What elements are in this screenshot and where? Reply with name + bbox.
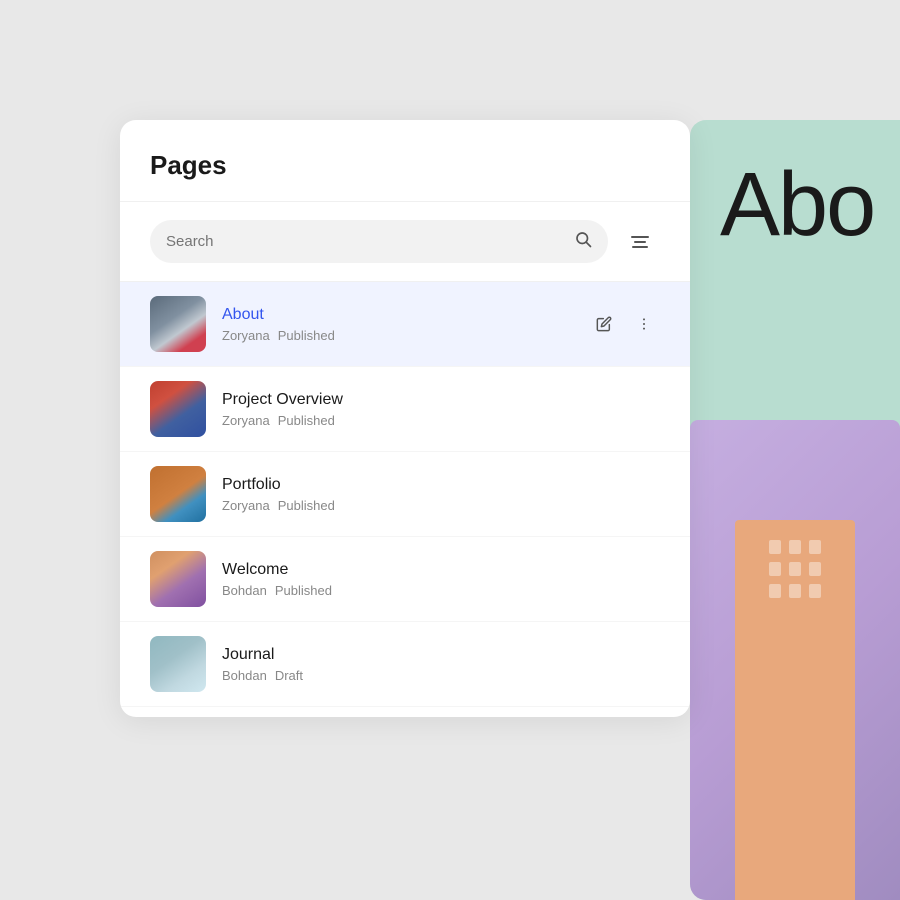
panel-header: Pages: [120, 120, 690, 202]
window: [809, 584, 821, 598]
page-status: Published: [278, 498, 335, 513]
page-info: Welcome Bohdan Published: [222, 561, 660, 598]
list-item[interactable]: Project Overview Zoryana Published: [120, 367, 690, 452]
list-item[interactable]: Journal Bohdan Draft: [120, 622, 690, 707]
list-item[interactable]: Portfolio Zoryana Published: [120, 452, 690, 537]
page-status: Draft: [275, 668, 303, 683]
window: [769, 584, 781, 598]
filter-button[interactable]: [620, 222, 660, 262]
page-info: Project Overview Zoryana Published: [222, 391, 660, 428]
search-input[interactable]: [166, 233, 566, 250]
building-illustration: [735, 520, 855, 900]
window: [769, 540, 781, 554]
more-button[interactable]: [628, 308, 660, 340]
window: [789, 584, 801, 598]
search-row: [120, 202, 690, 282]
bg-green-text: Abo: [720, 160, 874, 250]
purple-background-image: [690, 420, 900, 900]
window: [809, 540, 821, 554]
page-author: Zoryana: [222, 328, 270, 343]
page-info: Journal Bohdan Draft: [222, 646, 660, 683]
page-name: Portfolio: [222, 476, 660, 494]
filter-line-2: [634, 241, 646, 243]
page-actions: [588, 308, 660, 340]
page-meta: Zoryana Published: [222, 413, 660, 428]
window: [809, 562, 821, 576]
page-thumbnail: [150, 381, 206, 437]
page-name: Project Overview: [222, 391, 660, 409]
page-name: Journal: [222, 646, 660, 664]
edit-button[interactable]: [588, 308, 620, 340]
page-meta: Bohdan Published: [222, 583, 660, 598]
page-meta: Zoryana Published: [222, 498, 660, 513]
page-thumbnail: [150, 551, 206, 607]
page-thumbnail: [150, 636, 206, 692]
page-list: About Zoryana Published: [120, 282, 690, 707]
page-thumbnail: [150, 466, 206, 522]
filter-line-1: [631, 236, 649, 238]
pages-panel: Pages About Zoryana: [120, 120, 690, 717]
page-info: About Zoryana Published: [222, 306, 572, 343]
page-name: Welcome: [222, 561, 660, 579]
window: [769, 562, 781, 576]
page-status: Published: [278, 413, 335, 428]
green-background-panel: Abo: [690, 120, 900, 900]
building-windows: [769, 540, 821, 598]
page-status: Published: [278, 328, 335, 343]
filter-icon: [631, 236, 649, 248]
page-meta: Zoryana Published: [222, 328, 572, 343]
page-author: Bohdan: [222, 668, 267, 683]
page-author: Zoryana: [222, 498, 270, 513]
search-icon: [574, 230, 592, 253]
search-box[interactable]: [150, 220, 608, 263]
list-item[interactable]: About Zoryana Published: [120, 282, 690, 367]
page-author: Zoryana: [222, 413, 270, 428]
page-author: Bohdan: [222, 583, 267, 598]
list-item[interactable]: Welcome Bohdan Published: [120, 537, 690, 622]
window: [789, 562, 801, 576]
page-meta: Bohdan Draft: [222, 668, 660, 683]
page-status: Published: [275, 583, 332, 598]
page-title: Pages: [150, 150, 660, 181]
filter-line-3: [632, 246, 648, 248]
page-thumbnail: [150, 296, 206, 352]
window: [789, 540, 801, 554]
page-info: Portfolio Zoryana Published: [222, 476, 660, 513]
page-name: About: [222, 306, 572, 324]
